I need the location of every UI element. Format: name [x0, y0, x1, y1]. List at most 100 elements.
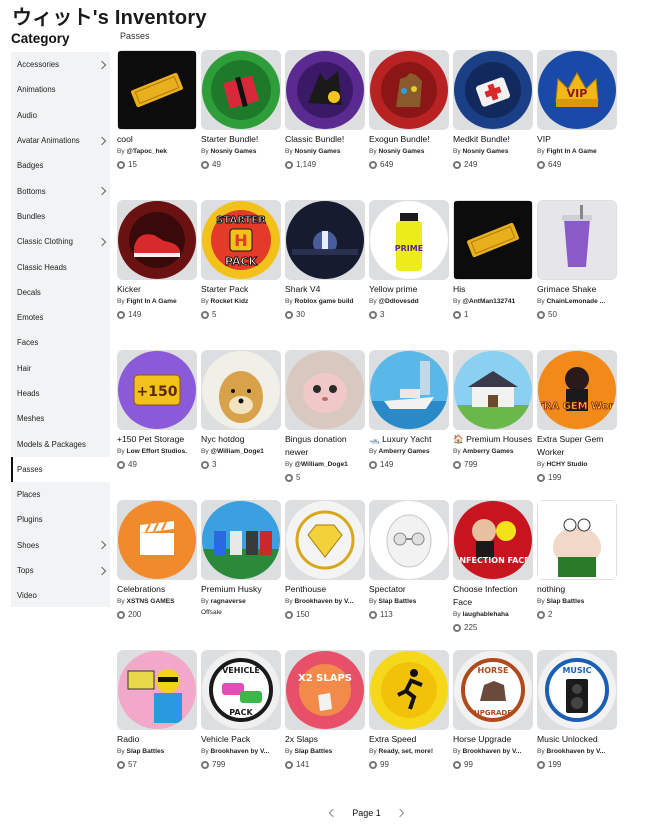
creator-link[interactable]: Fight In A Game [127, 298, 177, 305]
creator-link[interactable]: HCHY Studio [547, 461, 588, 468]
pass-name[interactable]: His [453, 283, 533, 296]
pass-name[interactable]: Grimace Shake [537, 283, 617, 296]
pass-thumbnail[interactable] [453, 200, 533, 280]
creator-link[interactable]: Roblox game build [295, 298, 354, 305]
pass-thumbnail[interactable] [285, 50, 365, 130]
pass-card[interactable]: PRIME Yellow prime By @Ddlovesdd 3 [369, 200, 449, 340]
pass-card[interactable]: Starter Bundle! By Nosniy Games 49 [201, 50, 281, 190]
creator-link[interactable]: @William_Doge1 [295, 461, 348, 468]
pass-thumbnail[interactable] [201, 50, 281, 130]
next-page-icon[interactable] [395, 808, 405, 818]
sidebar-item-bottoms[interactable]: Bottoms [11, 178, 110, 203]
pass-card[interactable]: Radio By Slap Battles 57 [117, 650, 197, 790]
pass-name[interactable]: Yellow prime [369, 283, 449, 296]
creator-link[interactable]: Ready, set, more! [379, 748, 433, 755]
creator-link[interactable]: Slap Battles [379, 598, 417, 605]
pass-card[interactable]: VIP VIP By Fight In A Game 649 [537, 50, 617, 190]
pass-name[interactable]: Vehicle Pack [201, 733, 281, 746]
creator-link[interactable]: Slap Battles [547, 598, 585, 605]
pass-name[interactable]: Starter Bundle! [201, 133, 281, 146]
pass-name[interactable]: Premium Husky [201, 583, 281, 596]
pass-thumbnail[interactable] [453, 50, 533, 130]
pass-card[interactable]: Penthouse By Brookhaven by V... 150 [285, 500, 365, 640]
creator-link[interactable]: @Tapoc_hek [127, 148, 167, 155]
sidebar-item-emotes[interactable]: Emotes [11, 305, 110, 330]
sidebar-item-classic-heads[interactable]: Classic Heads [11, 254, 110, 279]
sidebar-item-badges[interactable]: Badges [11, 153, 110, 178]
pass-name[interactable]: +150 Pet Storage [117, 433, 197, 446]
creator-link[interactable]: Amberry Games [463, 448, 514, 455]
sidebar-item-video[interactable]: Video [11, 583, 110, 608]
creator-link[interactable]: Slap Battles [295, 748, 333, 755]
previous-page-icon[interactable] [328, 808, 338, 818]
pass-name[interactable]: nothing [537, 583, 617, 596]
creator-link[interactable]: Brookhaven by V... [463, 748, 522, 755]
creator-link[interactable]: ragnaverse [211, 598, 246, 605]
pass-name[interactable]: Shark V4 [285, 283, 365, 296]
creator-link[interactable]: @William_Doge1 [211, 448, 264, 455]
pass-card[interactable]: Exogun Bundle! By Nosniy Games 649 [369, 50, 449, 190]
creator-link[interactable]: laughablehaha [463, 611, 509, 618]
sidebar-item-bundles[interactable]: Bundles [11, 204, 110, 229]
pass-thumbnail[interactable] [369, 650, 449, 730]
pass-card[interactable]: Spectator By Slap Battles 113 [369, 500, 449, 640]
pass-thumbnail[interactable] [117, 200, 197, 280]
pass-card[interactable]: +150 +150 Pet Storage By Low Effort Studio… [117, 350, 197, 490]
creator-link[interactable]: @AntMan132741 [463, 298, 516, 305]
pass-thumbnail[interactable] [285, 500, 365, 580]
pass-name[interactable]: Penthouse [285, 583, 365, 596]
pass-thumbnail[interactable] [117, 500, 197, 580]
sidebar-item-plugins[interactable]: Plugins [11, 507, 110, 532]
pass-name[interactable]: Extra Super Gem Worker [537, 433, 617, 459]
pass-name[interactable]: cool [117, 133, 197, 146]
sidebar-item-places[interactable]: Places [11, 482, 110, 507]
pass-name[interactable]: Horse Upgrade [453, 733, 533, 746]
sidebar-item-decals[interactable]: Decals [11, 280, 110, 305]
pass-name[interactable]: Music Unlocked [537, 733, 617, 746]
pass-name[interactable]: Exogun Bundle! [369, 133, 449, 146]
pass-card[interactable]: cool By @Tapoc_hek 15 [117, 50, 197, 190]
pass-thumbnail[interactable] [285, 350, 365, 430]
pass-card[interactable]: INFECTION FACE Choose Infection Face By la… [453, 500, 533, 640]
pass-thumbnail[interactable]: MUSIC [537, 650, 617, 730]
pass-thumbnail[interactable] [369, 350, 449, 430]
pass-thumbnail[interactable]: INFECTION FACE [453, 500, 533, 580]
pass-card[interactable]: Premium Husky By ragnaverse Offsale [201, 500, 281, 640]
pass-thumbnail[interactable]: STARTER H PACK [201, 200, 281, 280]
sidebar-item-faces[interactable]: Faces [11, 330, 110, 355]
creator-link[interactable]: Slap Battles [127, 748, 165, 755]
pass-thumbnail[interactable] [201, 350, 281, 430]
pass-card[interactable]: nothing By Slap Battles 2 [537, 500, 617, 640]
pass-card[interactable]: Nyc hotdog By @William_Doge1 3 [201, 350, 281, 490]
pass-card[interactable]: MUSIC Music Unlocked By Brookhaven by V...… [537, 650, 617, 790]
pass-card[interactable]: His By @AntMan132741 1 [453, 200, 533, 340]
pass-card[interactable]: Celebrations By XSTNS GAMES 200 [117, 500, 197, 640]
pass-card[interactable]: HORSE UPGRADE Horse Upgrade By Brookhaven b… [453, 650, 533, 790]
creator-link[interactable]: Brookhaven by V... [211, 748, 270, 755]
pass-thumbnail[interactable] [537, 200, 617, 280]
pass-name[interactable]: Celebrations [117, 583, 197, 596]
creator-link[interactable]: Nosniy Games [211, 148, 257, 155]
sidebar-item-shoes[interactable]: Shoes [11, 533, 110, 558]
creator-link[interactable]: ChainLemonade ... [547, 298, 606, 305]
pass-name[interactable]: 🛥️ Luxury Yacht [369, 433, 449, 446]
creator-link[interactable]: Low Effort Studios. [127, 448, 187, 455]
pass-name[interactable]: Radio [117, 733, 197, 746]
sidebar-item-avatar-animations[interactable]: Avatar Animations [11, 128, 110, 153]
pass-name[interactable]: 2x Slaps [285, 733, 365, 746]
pass-name[interactable]: Medkit Bundle! [453, 133, 533, 146]
pass-thumbnail[interactable]: HORSE UPGRADE [453, 650, 533, 730]
pass-thumbnail[interactable]: +150 [117, 350, 197, 430]
pass-card[interactable]: Medkit Bundle! By Nosniy Games 249 [453, 50, 533, 190]
pass-card[interactable]: 🏠 Premium Houses By Amberry Games 799 [453, 350, 533, 490]
pass-thumbnail[interactable]: EXTRA GEM Worker [537, 350, 617, 430]
creator-link[interactable]: Brookhaven by V... [547, 748, 606, 755]
pass-card[interactable]: Shark V4 By Roblox game build 30 [285, 200, 365, 340]
pass-thumbnail[interactable] [453, 350, 533, 430]
pass-name[interactable]: Choose Infection Face [453, 583, 533, 609]
pass-name[interactable]: Spectator [369, 583, 449, 596]
sidebar-item-hair[interactable]: Hair [11, 356, 110, 381]
pass-card[interactable]: Classic Bundle! By Nosniy Games 1,149 [285, 50, 365, 190]
sidebar-item-animations[interactable]: Animations [11, 77, 110, 102]
sidebar-item-accessories[interactable]: Accessories [11, 52, 110, 77]
